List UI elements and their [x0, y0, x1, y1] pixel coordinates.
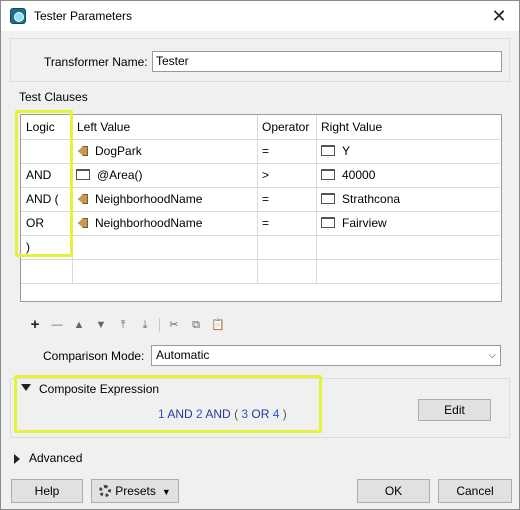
- header-right-value[interactable]: Right Value: [321, 115, 382, 139]
- toolbar-divider: [159, 318, 160, 332]
- gear-icon: [99, 485, 112, 497]
- comparison-mode-label: Comparison Mode:: [43, 349, 145, 363]
- logic-column-highlight: [15, 110, 73, 257]
- clause-toolbar: + — ▲ ▼ ⤒ ⤓ ✂ ⧉ 📋: [24, 315, 229, 335]
- move-down-icon[interactable]: ▼: [90, 315, 112, 335]
- add-clause-icon[interactable]: +: [24, 315, 46, 335]
- row-3-right[interactable]: Strathcona: [321, 187, 400, 211]
- row-2-operator[interactable]: >: [262, 163, 269, 187]
- app-icon: [10, 8, 26, 24]
- comparison-mode-value: Automatic: [156, 348, 210, 362]
- value-icon: [76, 169, 90, 180]
- paste-icon[interactable]: 📋: [207, 315, 229, 335]
- ok-button[interactable]: OK: [357, 479, 430, 503]
- transformer-name-group: Transformer Name: Tester: [10, 38, 510, 82]
- attribute-icon: [78, 146, 88, 156]
- row-2-right-text: 40000: [342, 168, 376, 182]
- cancel-button[interactable]: Cancel: [438, 479, 512, 503]
- test-clauses-table: Logic Left Value Operator Right Value Do…: [20, 114, 502, 302]
- remove-clause-icon[interactable]: —: [46, 315, 68, 335]
- row-4-left-text: NeighborhoodName: [95, 216, 203, 230]
- composite-expression-highlight: [14, 375, 322, 433]
- chevron-down-icon: ⌵: [488, 350, 496, 361]
- title-bar: Tester Parameters ✕: [1, 1, 519, 31]
- expand-triangle-icon[interactable]: [14, 454, 20, 464]
- copy-icon[interactable]: ⧉: [185, 315, 207, 335]
- header-operator[interactable]: Operator: [262, 115, 309, 139]
- attribute-icon: [78, 218, 88, 228]
- tester-parameters-dialog: Tester Parameters ✕ Transformer Name: Te…: [0, 0, 520, 510]
- transformer-name-input[interactable]: Tester: [152, 51, 502, 72]
- dropdown-arrow-icon: ▼: [161, 487, 171, 497]
- attribute-icon: [78, 194, 88, 204]
- row-2-left[interactable]: @Area(): [76, 163, 143, 187]
- presets-label: Presets: [115, 484, 156, 498]
- cut-icon[interactable]: ✂: [163, 315, 185, 335]
- comparison-mode-select[interactable]: Automatic ⌵: [151, 345, 501, 366]
- test-clauses-label: Test Clauses: [19, 90, 88, 104]
- row-3-operator[interactable]: =: [262, 187, 269, 211]
- row-4-right-text: Fairview: [342, 216, 387, 230]
- header-left-value[interactable]: Left Value: [77, 115, 130, 139]
- row-1-operator[interactable]: =: [262, 139, 269, 163]
- value-icon: [321, 217, 335, 228]
- row-1-right[interactable]: Y: [321, 139, 350, 163]
- row-1-left[interactable]: DogPark: [78, 139, 142, 163]
- close-icon[interactable]: ✕: [489, 6, 509, 26]
- row-4-operator[interactable]: =: [262, 211, 269, 235]
- presets-button[interactable]: Presets ▼: [91, 479, 179, 503]
- edit-button[interactable]: Edit: [418, 399, 491, 421]
- row-1-left-text: DogPark: [95, 144, 142, 158]
- value-icon: [321, 145, 335, 156]
- dialog-content: Transformer Name: Tester Test Clauses Lo…: [10, 38, 510, 465]
- help-button[interactable]: Help: [11, 479, 83, 503]
- value-icon: [321, 193, 335, 204]
- row-2-left-text: @Area(): [97, 168, 143, 182]
- move-top-icon[interactable]: ⤒: [112, 315, 134, 335]
- row-1-right-text: Y: [342, 144, 351, 158]
- advanced-label[interactable]: Advanced: [29, 451, 82, 465]
- row-2-right[interactable]: 40000: [321, 163, 375, 187]
- row-3-left-text: NeighborhoodName: [95, 192, 203, 206]
- window-title: Tester Parameters: [34, 9, 133, 23]
- row-3-left[interactable]: NeighborhoodName: [78, 187, 202, 211]
- value-icon: [321, 169, 335, 180]
- move-bottom-icon[interactable]: ⤓: [134, 315, 156, 335]
- row-4-right[interactable]: Fairview: [321, 211, 387, 235]
- move-up-icon[interactable]: ▲: [68, 315, 90, 335]
- row-3-right-text: Strathcona: [342, 192, 401, 206]
- row-4-left[interactable]: NeighborhoodName: [78, 211, 202, 235]
- transformer-name-label: Transformer Name:: [44, 55, 148, 69]
